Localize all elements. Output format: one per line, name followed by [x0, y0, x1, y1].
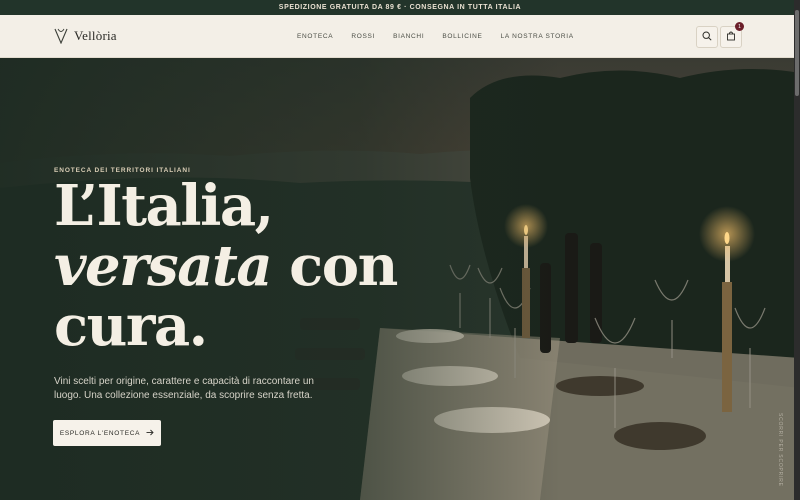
nav-item-bianchi[interactable]: BIANCHI	[393, 33, 424, 40]
brand-name: Vellòria	[74, 28, 117, 43]
nav-item-la-nostra-storia[interactable]: LA NOSTRA STORIA	[501, 33, 574, 40]
wine-glass-v-icon	[54, 28, 68, 44]
announcement-text: SPEDIZIONE GRATUITA DA 89 € · CONSEGNA I…	[278, 4, 522, 11]
cta-label: ESPLORA L'ENOTECA	[59, 429, 141, 437]
cart-button[interactable]: 1	[720, 22, 744, 48]
hero-description: Vini scelti per origine, carattere e cap…	[54, 376, 314, 401]
headline-line-1: L’Italia,	[54, 173, 274, 239]
main-nav: ENOTECA ROSSI BIANCHI BOLLICINE LA NOSTR…	[297, 33, 592, 40]
nav-item-enoteca[interactable]: ENOTECA	[297, 33, 333, 40]
search-button[interactable]	[696, 26, 718, 48]
nav-item-rossi[interactable]: ROSSI	[351, 33, 375, 40]
shopping-bag-icon	[726, 28, 736, 46]
site-header: Vellòria ENOTECA ROSSI BIANCHI BOLLICINE…	[0, 15, 800, 58]
page-scrollbar[interactable]	[794, 0, 800, 500]
headline-line-2-rest: con	[271, 233, 398, 299]
announcement-bar: SPEDIZIONE GRATUITA DA 89 € · CONSEGNA I…	[0, 0, 800, 15]
cart-count-badge: 1	[735, 22, 744, 31]
brand-logo[interactable]: Vellòria	[54, 28, 117, 44]
search-icon	[702, 28, 712, 46]
headline-italic-word: versata	[54, 233, 273, 299]
nav-item-bollicine[interactable]: BOLLICINE	[442, 33, 482, 40]
headline-line-3: cura.	[54, 293, 208, 359]
arrow-right-icon	[146, 429, 154, 438]
hero-headline: L’Italia, versata con cura.	[54, 173, 398, 359]
scrollbar-thumb[interactable]	[795, 10, 799, 96]
headline-line-2: versata con	[54, 233, 398, 299]
scroll-hint: SCORRI PER SCOPRIRE	[777, 413, 783, 487]
explore-enoteca-button[interactable]: ESPLORA L'ENOTECA	[53, 420, 161, 446]
hero-section: ENOTECA DEI TERRITORI ITALIANI L’Italia,…	[0, 58, 800, 500]
